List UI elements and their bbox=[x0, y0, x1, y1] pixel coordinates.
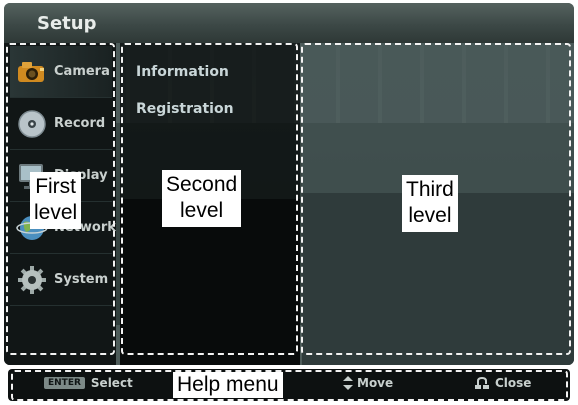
help-menu-outline bbox=[11, 370, 568, 401]
callout-second-line2: level bbox=[180, 199, 224, 223]
callout-second-level: Second level bbox=[162, 170, 242, 227]
callout-second-line1: Second bbox=[166, 173, 238, 196]
callout-first-level: First level bbox=[30, 172, 82, 229]
callout-third-line1: Third bbox=[406, 178, 454, 201]
callout-third-level: Third level bbox=[402, 175, 458, 232]
setup-title: Setup bbox=[37, 13, 97, 34]
title-bar: Setup bbox=[4, 3, 574, 43]
callout-first-line1: First bbox=[35, 175, 77, 198]
callout-help-menu: Help menu bbox=[173, 372, 283, 399]
callout-third-line2: level bbox=[408, 204, 452, 228]
setup-screen-frame: Setup Camera Record Network System Infor… bbox=[0, 0, 578, 405]
callout-first-line2: level bbox=[34, 201, 78, 225]
